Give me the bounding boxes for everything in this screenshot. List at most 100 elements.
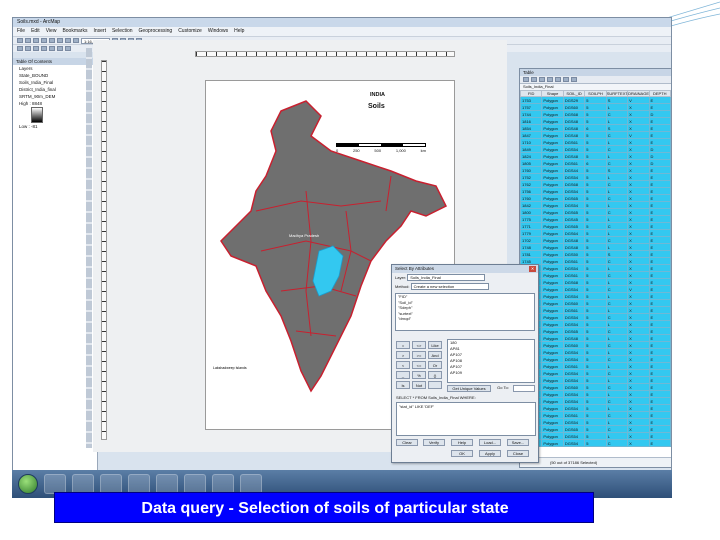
table-row[interactable]: 1746PolygonDGS545CXE: [519, 355, 672, 363]
close-button[interactable]: Close: [507, 450, 529, 457]
clear-selection-icon[interactable]: [555, 77, 561, 82]
unique-values-list[interactable]: 180 AP81 AP107 AP108 AP107 AP109: [447, 339, 535, 383]
table-row[interactable]: 1847 Polygon DGS48 5 C V E: [519, 131, 672, 139]
sql-expression-input[interactable]: "stat_id" LIKE 'DEF': [396, 402, 536, 436]
select-features-icon[interactable]: [49, 46, 55, 51]
load-button[interactable]: Load...: [479, 439, 501, 446]
arcmap-icon[interactable]: [184, 474, 206, 494]
start-button-icon[interactable]: [18, 474, 38, 494]
toc-layers-node[interactable]: Layers: [13, 65, 97, 72]
print-icon[interactable]: [41, 38, 47, 43]
help-button[interactable]: Help: [451, 439, 473, 446]
column-header[interactable]: SOILPH: [584, 90, 607, 97]
table-row[interactable]: 1738PolygonDGS545CVE: [519, 285, 672, 293]
zoom-out-icon[interactable]: [25, 46, 31, 51]
cut-icon[interactable]: [49, 38, 55, 43]
unique-value-item[interactable]: AP109: [448, 370, 534, 376]
table-row[interactable]: 1757 Polygon DGS60 5 L X E: [519, 103, 672, 111]
paste-icon[interactable]: [65, 38, 71, 43]
table-row[interactable]: 1854 Polygon DGS48 6 S X E: [519, 124, 672, 132]
table-row[interactable]: 1782PolygonDGS605CXE: [519, 383, 672, 391]
layout-side-toolbar[interactable]: [86, 48, 92, 448]
table-row[interactable]: 1781 Polygon DGS50 5 S X E: [519, 250, 672, 258]
menu-item-customize[interactable]: Customize: [178, 27, 202, 36]
table-row[interactable]: 1748 Polygon DGS48 5 L X E: [519, 243, 672, 251]
browser-icon[interactable]: [72, 474, 94, 494]
save-icon[interactable]: [33, 38, 39, 43]
toc-layer-item[interactable]: District_India_final: [13, 86, 97, 93]
table-row[interactable]: 1726PolygonDGS545LXE: [519, 320, 672, 328]
table-row[interactable]: 1700PolygonDGS545LXE: [519, 348, 672, 356]
table-options-icon[interactable]: [523, 77, 529, 82]
table-row[interactable]: 1816 Polygon DGS48 5 L X E: [519, 117, 672, 125]
close-icon[interactable]: ✕: [529, 266, 536, 272]
table-row[interactable]: 1762 Polygon DGS68 5 C X E: [519, 180, 672, 188]
operator-button[interactable]: =: [396, 341, 410, 349]
copy-icon[interactable]: [57, 38, 63, 43]
open-icon[interactable]: [25, 38, 31, 43]
menu-item-windows[interactable]: Windows: [208, 27, 228, 36]
table-row[interactable]: 1702 Polygon DGS48 5 C X E: [519, 236, 672, 244]
ok-button[interactable]: OK: [451, 450, 473, 457]
table-row[interactable]: 1805 Polygon DGS61 6 C X D: [519, 159, 672, 167]
media-player-icon[interactable]: [100, 474, 122, 494]
table-row[interactable]: 1798PolygonDGS485LXE: [519, 334, 672, 342]
column-header[interactable]: SURFTEXT: [605, 90, 629, 97]
add-data-icon[interactable]: [73, 38, 79, 43]
table-row[interactable]: 1753 Polygon DGS29 5 S V E: [519, 96, 672, 104]
table-row[interactable]: 1756 Polygon DGS54 5 L X E: [519, 187, 672, 195]
table-row[interactable]: 1775 Polygon DGS45 5 L X E: [519, 215, 672, 223]
table-row[interactable]: 1733PolygonDGS545LXE: [519, 418, 672, 426]
table-row[interactable]: 1756PolygonDGS605CXE: [519, 341, 672, 349]
toc-layer-item[interactable]: Soils_India_Final: [13, 79, 97, 86]
folder-icon[interactable]: [128, 474, 150, 494]
menu-item-selection[interactable]: Selection: [112, 27, 133, 36]
method-dropdown[interactable]: Create a new selection: [410, 283, 489, 290]
table-row[interactable]: 1749PolygonDGS545LXE: [519, 404, 672, 412]
table-row[interactable]: 1761PolygonDGS545CXE: [519, 397, 672, 405]
pan-icon[interactable]: [33, 46, 39, 51]
table-row[interactable]: 1792PolygonDGS605CXE: [519, 299, 672, 307]
table-row[interactable]: 1779 Polygon DGS64 5 L X E: [519, 229, 672, 237]
new-icon[interactable]: [17, 38, 23, 43]
operator-button[interactable]: <=: [412, 361, 426, 369]
table-row[interactable]: 1751PolygonDGS545CXE: [519, 369, 672, 377]
zoom-in-icon[interactable]: [17, 46, 23, 51]
table-row[interactable]: 1849 Polygon DGS54 5 C X D: [519, 145, 672, 153]
operator-button[interactable]: Is: [396, 381, 410, 389]
table-row[interactable]: 1760 Polygon DGS44 5 S X E: [519, 166, 672, 174]
table-row[interactable]: 1824 Polygon DGS48 5 L X D: [519, 152, 672, 160]
select-by-attributes-icon[interactable]: [539, 77, 545, 82]
operator-button[interactable]: _: [396, 371, 410, 379]
column-header[interactable]: SOIL_ID: [562, 90, 586, 97]
related-tables-icon[interactable]: [531, 77, 537, 82]
toc-layer-item[interactable]: State_BOUND: [13, 72, 97, 79]
delete-selected-icon[interactable]: [571, 77, 577, 82]
operator-button[interactable]: (): [428, 371, 442, 379]
table-row[interactable]: 1750PolygonDGS655CXE: [519, 327, 672, 335]
table-row[interactable]: 1799PolygonDGS545LXE: [519, 376, 672, 384]
operator-button[interactable]: And: [428, 351, 442, 359]
table-row[interactable]: 1776PolygonDGS685LXE: [519, 278, 672, 286]
presentation-icon[interactable]: [156, 474, 178, 494]
menu-item-view[interactable]: View: [46, 27, 57, 36]
switch-selection-icon[interactable]: [547, 77, 553, 82]
table-row[interactable]: 1726PolygonDGS615CXE: [519, 271, 672, 279]
chrome-icon[interactable]: [212, 474, 234, 494]
explorer-icon[interactable]: [44, 474, 66, 494]
table-row[interactable]: 1767PolygonDGS545CXE: [519, 313, 672, 321]
table-row[interactable]: 1778PolygonDGS615CXE: [519, 411, 672, 419]
menu-item-file[interactable]: File: [17, 27, 25, 36]
operator-button[interactable]: <: [396, 361, 410, 369]
menu-item-bookmarks[interactable]: Bookmarks: [62, 27, 87, 36]
zoom-to-selected-icon[interactable]: [563, 77, 569, 82]
operator-button[interactable]: >: [396, 351, 410, 359]
table-row[interactable]: 1760 Polygon DGS65 5 C X E: [519, 194, 672, 202]
verify-button[interactable]: Verify: [423, 439, 445, 446]
table-row[interactable]: 1710 Polygon DGS61 5 L X E: [519, 138, 672, 146]
table-row[interactable]: 1842 Polygon DGS54 5 L X E: [519, 201, 672, 209]
operator-button[interactable]: >=: [412, 351, 426, 359]
table-row[interactable]: 1744 Polygon DGS68 5 C X D: [519, 110, 672, 118]
field-list[interactable]: "FID" "Soil_id" "Sdeph" "surtext" "drnqd": [395, 293, 535, 331]
table-row[interactable]: 1771 Polygon DGS65 5 C X E: [519, 222, 672, 230]
